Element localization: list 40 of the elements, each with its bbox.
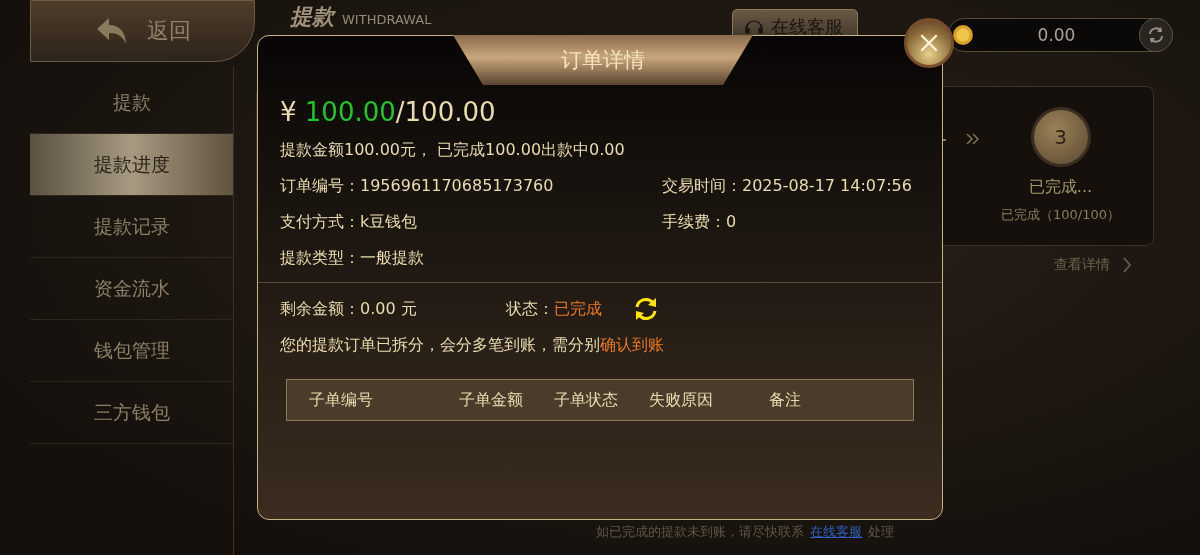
step-number: 3 xyxy=(1030,107,1091,167)
detail-field: 交易时间：2025-08-17 14:07:56 xyxy=(662,176,920,196)
coin-icon xyxy=(952,24,974,46)
step-detail: 已完成（100/100） xyxy=(1001,206,1120,224)
double-chevron-icon xyxy=(966,133,980,145)
refresh-button[interactable] xyxy=(1139,18,1173,52)
sidebar-item[interactable]: 提款记录 xyxy=(30,196,233,258)
footer-note-suffix: 处理 xyxy=(868,523,894,541)
detail-field: 支付方式：k豆钱包 xyxy=(280,212,662,232)
sidebar-item[interactable]: 钱包管理 xyxy=(30,320,233,382)
customer-service-link[interactable]: 在线客服 xyxy=(810,523,862,541)
column-header: 子单编号 xyxy=(309,389,374,411)
balance-amount: 0.00 xyxy=(1036,25,1077,45)
step-title: 已完成... xyxy=(1028,177,1093,198)
sidebar-item[interactable]: 提款进度 xyxy=(30,134,233,196)
remaining-amount: 剩余金额：0.00 元 xyxy=(280,299,418,319)
page-subtitle: WITHDRAWAL xyxy=(342,11,432,29)
notice-text: 您的提款订单已拆分，会分多笔到账，需分别确认到账 xyxy=(280,335,665,355)
sidebar-item[interactable]: 三方钱包 xyxy=(30,382,233,444)
column-header: 备注 xyxy=(769,389,802,411)
close-icon xyxy=(918,32,940,54)
close-button[interactable] xyxy=(904,18,954,68)
back-button[interactable]: 返回 xyxy=(30,0,255,62)
summary-text: 提款金额100.00元， 已完成100.00出款中0.00 xyxy=(280,140,626,160)
sidebar-item[interactable]: 资金流水 xyxy=(30,258,233,320)
detail-field: 手续费：0 xyxy=(662,212,920,232)
column-header: 子单状态 xyxy=(554,389,619,411)
column-header: 失败原因 xyxy=(649,389,714,411)
amount-text: ¥ 100.00/100.00 xyxy=(280,96,497,128)
status-value: 已完成 xyxy=(554,299,602,319)
page-title: 提款 xyxy=(290,3,334,31)
refresh-icon xyxy=(1146,25,1166,45)
status-label: 状态： xyxy=(506,299,554,319)
column-header: 子单金额 xyxy=(459,389,524,411)
dialog-title: 订单详情 xyxy=(561,47,645,74)
footer-note: 如已完成的提款未到账，请尽快联系 xyxy=(596,523,804,541)
detail-field: 订单编号：1956961170685173760 xyxy=(280,176,662,196)
view-details-link[interactable]: 查看详情 xyxy=(1054,256,1110,274)
detail-field: 提款类型：一般提款 xyxy=(280,248,662,268)
chevron-right-icon xyxy=(1122,257,1132,273)
